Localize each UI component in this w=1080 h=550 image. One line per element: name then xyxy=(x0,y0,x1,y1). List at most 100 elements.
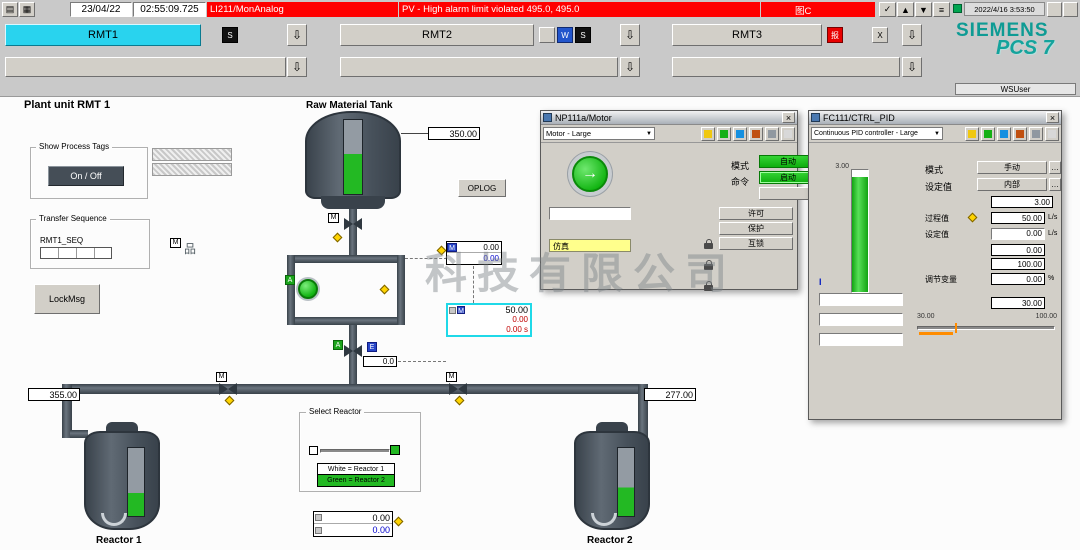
toolbar-icon-1[interactable] xyxy=(701,127,715,141)
motor-faceplate[interactable]: NP111a/Motor × Motor - Large ▼ → 模式 自动 命… xyxy=(540,110,798,290)
protect-button[interactable]: 保护 xyxy=(719,222,793,235)
valve2-auto-badge: A xyxy=(333,340,343,350)
reactor-selector-white-handle[interactable] xyxy=(309,446,318,455)
sequence-name: RMT1_SEQ xyxy=(40,236,83,245)
toolbar-icon-6[interactable] xyxy=(781,127,795,141)
reactor-legend: White = Reactor 1 Green = Reactor 2 xyxy=(317,463,395,487)
pid-input-field-1[interactable] xyxy=(819,293,903,306)
toolbar-icon-2[interactable] xyxy=(717,127,731,141)
toolbar-icon-5[interactable] xyxy=(1029,127,1043,141)
motor-run-indicator[interactable]: → xyxy=(572,156,608,192)
close-button[interactable]: × xyxy=(1046,112,1059,123)
toolbar-icon-1[interactable] xyxy=(965,127,979,141)
window-icon xyxy=(811,113,820,122)
toolbar-icon-5[interactable] xyxy=(765,127,779,141)
pid-spsource-button[interactable]: 内部 xyxy=(977,178,1047,191)
motor-view-select[interactable]: Motor - Large ▼ xyxy=(543,127,655,140)
process-tags-onoff-button[interactable]: On / Off xyxy=(48,166,124,186)
flow-connector-line xyxy=(405,258,447,259)
alarm-list-button[interactable]: ▤ xyxy=(2,2,18,17)
toolbar-icon-2[interactable] xyxy=(981,127,995,141)
pid-view-select[interactable]: Continuous PID controller - Large ▼ xyxy=(811,127,943,140)
rmt3-alarm-badge[interactable]: 报 xyxy=(827,27,843,43)
rmt3-picture-down-button[interactable]: ⇩ xyxy=(902,24,922,46)
motor-input-field[interactable] xyxy=(549,207,631,220)
pid-pv-label: 过程值 xyxy=(925,213,949,224)
pid-input-field-2[interactable] xyxy=(819,313,903,326)
reactor-selector-track[interactable] xyxy=(320,449,390,453)
control-valve[interactable] xyxy=(344,345,362,357)
valve-right-icon xyxy=(458,383,467,395)
loop-pipe-left xyxy=(287,255,295,325)
ack-button[interactable]: ✓ xyxy=(879,2,896,17)
siemens-logo: SIEMENS xyxy=(956,20,1076,38)
scroll-up-button[interactable]: ▲ xyxy=(897,2,914,17)
scroll-down-button[interactable]: ▼ xyxy=(915,2,932,17)
nav-rmt1-button[interactable]: RMT1 xyxy=(5,24,201,46)
nav-bar-3[interactable] xyxy=(672,57,900,77)
valve1-m-badge: M xyxy=(328,213,339,223)
legend-white-row: White = Reactor 1 xyxy=(318,464,394,475)
selected-measurement-box[interactable]: M 50.00 0.00 0.00 s xyxy=(446,303,532,337)
grid-icon: ▦ xyxy=(23,4,32,15)
rmt2-s-badge[interactable]: S xyxy=(575,27,591,43)
reactor2-label: Reactor 2 xyxy=(587,535,633,546)
pid-spsource-more-button[interactable]: … xyxy=(1049,178,1061,191)
nav-bar-2[interactable] xyxy=(340,57,618,77)
header-valve-1[interactable] xyxy=(219,383,237,395)
interlock-button[interactable]: 互锁 xyxy=(719,237,793,250)
out-slider-track[interactable] xyxy=(917,326,1055,330)
oplog-button[interactable]: OPLOG xyxy=(458,179,506,197)
rmt2-picture-down-button[interactable]: ⇩ xyxy=(620,24,640,46)
motor-sim-field[interactable]: 仿真 xyxy=(549,239,631,252)
pump-indicator[interactable] xyxy=(298,279,318,299)
bottom-measurement-box[interactable]: 0.00 0.00 xyxy=(313,511,393,537)
nav-rmt2-button[interactable]: RMT2 xyxy=(340,24,534,46)
pid-mode-button[interactable]: 手动 xyxy=(977,161,1047,174)
pid-sp-input[interactable]: 0.00 xyxy=(991,228,1045,240)
alarm-menu-button[interactable]: ≡ xyxy=(933,2,950,17)
close-button[interactable]: × xyxy=(782,112,795,123)
nav-bar-1-down-button[interactable]: ⇩ xyxy=(287,57,307,77)
pid-faceplate-titlebar[interactable]: FC111/CTRL_PID × xyxy=(809,111,1061,125)
rmt1-picture-down-button[interactable]: ⇩ xyxy=(287,24,307,46)
pid-faceplate[interactable]: FC111/CTRL_PID × Continuous PID controll… xyxy=(808,110,1062,420)
alarm-tag[interactable]: LI211/MonAnalog xyxy=(207,2,398,17)
reactor-selector-green-handle[interactable] xyxy=(390,445,400,455)
chrome-button-1[interactable] xyxy=(1047,2,1062,17)
toolbar-icon-4[interactable] xyxy=(1013,127,1027,141)
rmt2-status-badge[interactable] xyxy=(539,27,555,43)
bottom-badge-2 xyxy=(315,527,322,534)
pid-mode-more-button[interactable]: … xyxy=(1049,161,1061,174)
sequence-step-display[interactable] xyxy=(40,247,112,259)
lockmsg-button[interactable]: LockMsg xyxy=(34,284,100,314)
motor-valve-1[interactable] xyxy=(344,218,362,230)
list-icon: ▤ xyxy=(6,4,15,15)
header-valve1-m-badge: M xyxy=(216,372,227,382)
rmt1-s-badge[interactable]: S xyxy=(222,27,238,43)
header-valve-2[interactable] xyxy=(449,383,467,395)
loop-warning-icon xyxy=(380,285,390,295)
toolbar-icon-3[interactable] xyxy=(997,127,1011,141)
rmt3-x-badge[interactable]: X xyxy=(872,27,888,43)
bottom-value-1: 0.00 xyxy=(322,513,392,523)
motor-faceplate-titlebar[interactable]: NP111a/Motor × xyxy=(541,111,797,125)
rmt2-w-badge[interactable]: W xyxy=(557,27,573,43)
nav-bar-2-down-button[interactable]: ⇩ xyxy=(620,57,640,77)
out-slider-orange-range xyxy=(919,332,953,335)
check-icon: ✓ xyxy=(884,4,892,15)
toolbar-icon-4[interactable] xyxy=(749,127,763,141)
chrome-button-2[interactable] xyxy=(1063,2,1078,17)
nav-bar-1[interactable] xyxy=(5,57,286,77)
nav-rmt3-button[interactable]: RMT3 xyxy=(672,24,822,46)
flow-measurement-box[interactable]: M 0.00 0.00 xyxy=(446,241,502,265)
toolbar-icon-3[interactable] xyxy=(733,127,747,141)
nav-bar-3-down-button[interactable]: ⇩ xyxy=(902,57,922,77)
permit-button[interactable]: 许可 xyxy=(719,207,793,220)
alarm-grid-button[interactable]: ▦ xyxy=(19,2,35,17)
out-slider-pointer[interactable] xyxy=(955,323,957,333)
pid-input-field-3[interactable] xyxy=(819,333,903,346)
alarm-message[interactable]: PV - High alarm limit violated 495.0, 49… xyxy=(399,2,760,17)
toolbar-icon-6[interactable] xyxy=(1045,127,1059,141)
valve-left-icon xyxy=(344,218,353,230)
